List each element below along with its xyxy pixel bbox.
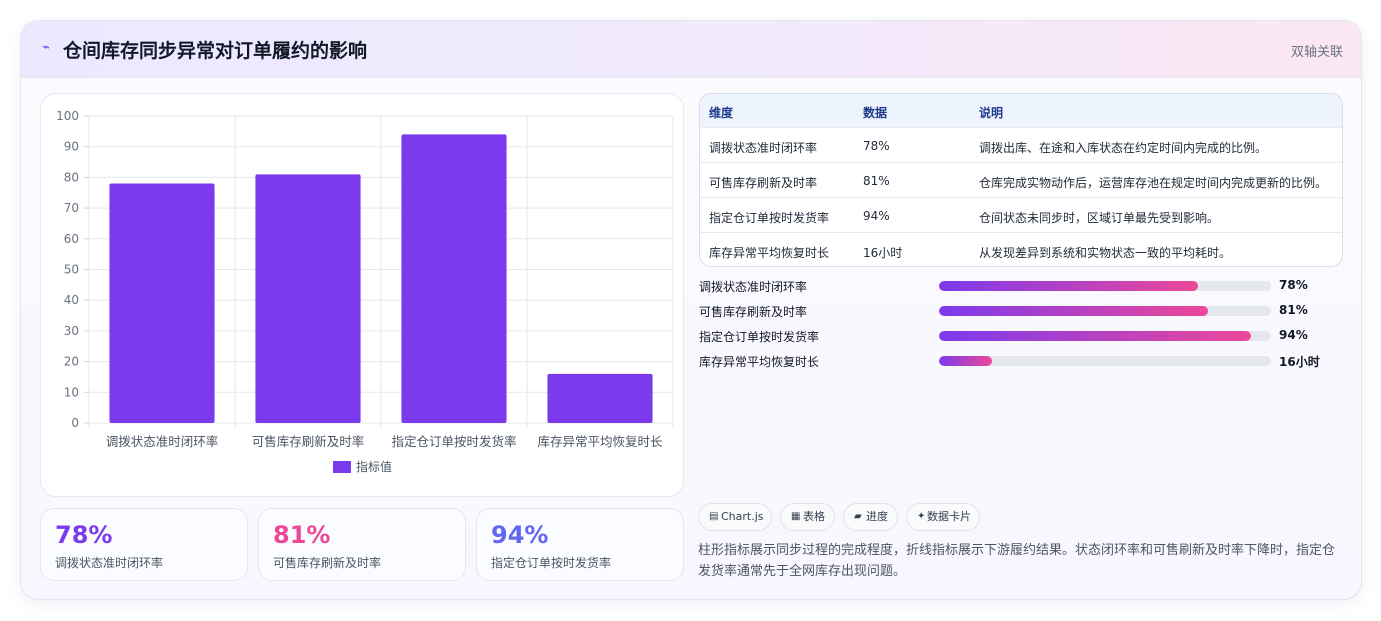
table-cell: 仓间状态未同步时，区域订单最先受到影响。	[979, 211, 1220, 225]
bar-chart-svg: 0 10 20 30 40 50 60 70 80 90 100 调拨状态准时闭环率 可售库存刷新及时率…	[56, 109, 674, 474]
progress-row: 可售库存刷新及时率 81%	[699, 301, 1339, 321]
progress-value: 81%	[1279, 303, 1308, 317]
bar-chart: 0 10 20 30 40 50 60 70 80 90 100 调拨状态准时闭环率 可售库存刷新及时率…	[40, 93, 684, 497]
chip-label: 进度	[866, 510, 888, 523]
chip-chartjs[interactable]: ▤ Chart.js	[698, 503, 772, 531]
progress-row: 库存异常平均恢复时长 16小时	[699, 351, 1339, 371]
progress-track	[939, 306, 1271, 316]
progress-value: 16小时	[1279, 355, 1320, 369]
legend-label: 指标值	[356, 459, 392, 474]
progress-value: 78%	[1279, 278, 1308, 292]
chip-progress[interactable]: ▰ 进度	[843, 503, 898, 531]
header-tag: 双轴关联	[1290, 45, 1343, 60]
page-title: 仓间库存同步异常对订单履约的影响	[63, 40, 368, 62]
y-tick-label: 10	[64, 385, 79, 399]
y-tick-label: 30	[64, 324, 79, 338]
progress-track	[939, 281, 1271, 291]
table-row: 调拨状态准时闭环率 78% 调拨出库、在途和入库状态在约定时间内完成的比例。	[700, 127, 1342, 163]
chip-table[interactable]: ▦ 表格	[780, 503, 835, 531]
progress-value: 94%	[1279, 328, 1308, 342]
card-header: ⌁ 仓间库存同步异常对订单履约的影响 双轴关联	[21, 21, 1361, 78]
table-cell: 16小时	[863, 246, 903, 260]
chart-icon: ▤	[709, 511, 719, 522]
table-header: 维度	[709, 106, 734, 120]
trend-icon: ⌁	[42, 40, 50, 55]
table-row: 指定仓订单按时发货率 94% 仓间状态未同步时，区域订单最先受到影响。	[700, 197, 1342, 233]
chip-data-card[interactable]: ✦ 数据卡片	[906, 503, 980, 531]
progress-fill	[939, 281, 1198, 291]
progress-fill	[939, 306, 1208, 316]
stat-value: 94%	[491, 521, 549, 549]
bar	[255, 174, 361, 423]
table-header-row: 维度 数据 说明	[700, 94, 1342, 128]
table-cell: 库存异常平均恢复时长	[709, 246, 830, 260]
y-tick-label: 100	[56, 109, 79, 123]
bar	[401, 134, 507, 424]
chart-note: 柱形指标展示同步过程的完成程度，折线指标展示下游履约结果。状态闭环率和可售刷新及…	[698, 543, 1336, 579]
stat-label: 可售库存刷新及时率	[273, 556, 382, 570]
stat-value: 78%	[55, 521, 113, 549]
x-tick-label: 调拨状态准时闭环率	[106, 434, 219, 449]
table-icon: ▦	[791, 511, 801, 522]
x-tick-label: 指定仓订单按时发货率	[391, 434, 516, 449]
y-tick-label: 40	[64, 293, 79, 307]
progress-row: 指定仓订单按时发货率 94%	[699, 326, 1339, 346]
progress-track	[939, 331, 1271, 341]
table-cell: 81%	[863, 174, 890, 188]
legend-swatch	[333, 461, 351, 473]
table-cell: 调拨状态准时闭环率	[709, 141, 818, 155]
y-tick-label: 90	[64, 140, 79, 154]
progress-track	[939, 356, 1271, 366]
stat-card-2: 94% 指定仓订单按时发货率	[476, 508, 684, 581]
stat-value: 81%	[273, 521, 331, 549]
stat-card-0: 78% 调拨状态准时闭环率	[40, 508, 248, 581]
data-table: 维度 数据 说明 调拨状态准时闭环率 78% 调拨出库、在途和入库状态在约定时间…	[699, 93, 1343, 267]
sparkle-icon: ✦	[917, 511, 926, 522]
y-tick-label: 70	[64, 201, 79, 215]
chip-label: Chart.js	[721, 510, 764, 523]
y-tick-label: 0	[71, 416, 79, 430]
chip-label: 表格	[803, 510, 825, 523]
progress-label: 调拨状态准时闭环率	[699, 280, 808, 294]
table-cell: 仓库完成实物动作后，运营库存池在规定时间内完成更新的比例。	[979, 176, 1328, 190]
progress-label: 指定仓订单按时发货率	[699, 330, 820, 344]
stat-label: 指定仓订单按时发货率	[491, 556, 612, 570]
table-cell: 78%	[863, 139, 890, 153]
table-cell: 从发现差异到系统和实物状态一致的平均耗时。	[979, 246, 1232, 260]
table-cell: 可售库存刷新及时率	[709, 176, 818, 190]
stat-label: 调拨状态准时闭环率	[55, 556, 164, 570]
table-header: 说明	[979, 106, 1004, 120]
y-tick-label: 60	[64, 232, 79, 246]
table-cell: 指定仓订单按时发货率	[709, 211, 830, 225]
x-tick-label: 可售库存刷新及时率	[252, 434, 365, 449]
table-cell: 调拨出库、在途和入库状态在约定时间内完成的比例。	[979, 141, 1268, 155]
table-row: 可售库存刷新及时率 81% 仓库完成实物动作后，运营库存池在规定时间内完成更新的…	[700, 162, 1342, 198]
y-tick-label: 80	[64, 170, 79, 184]
x-tick-label: 库存异常平均恢复时长	[537, 434, 663, 449]
chip-label: 数据卡片	[927, 510, 971, 523]
bar	[547, 373, 653, 423]
progress-icon: ▰	[854, 511, 862, 522]
dashboard-card: ⌁ 仓间库存同步异常对订单履约的影响 双轴关联 0 10 20 30 40 50 60 70 8…	[20, 20, 1362, 600]
bar	[109, 183, 215, 423]
table-row: 库存异常平均恢复时长 16小时 从发现差异到系统和实物状态一致的平均耗时。	[700, 232, 1342, 266]
stat-card-1: 81% 可售库存刷新及时率	[258, 508, 466, 581]
progress-row: 调拨状态准时闭环率 78%	[699, 276, 1339, 296]
y-tick-label: 20	[64, 355, 79, 369]
y-tick-label: 50	[64, 263, 79, 277]
progress-fill	[939, 331, 1252, 341]
progress-fill	[939, 356, 993, 366]
progress-label: 可售库存刷新及时率	[699, 305, 808, 319]
progress-label: 库存异常平均恢复时长	[699, 355, 820, 369]
table-cell: 94%	[863, 209, 890, 223]
table-header: 数据	[863, 106, 888, 120]
